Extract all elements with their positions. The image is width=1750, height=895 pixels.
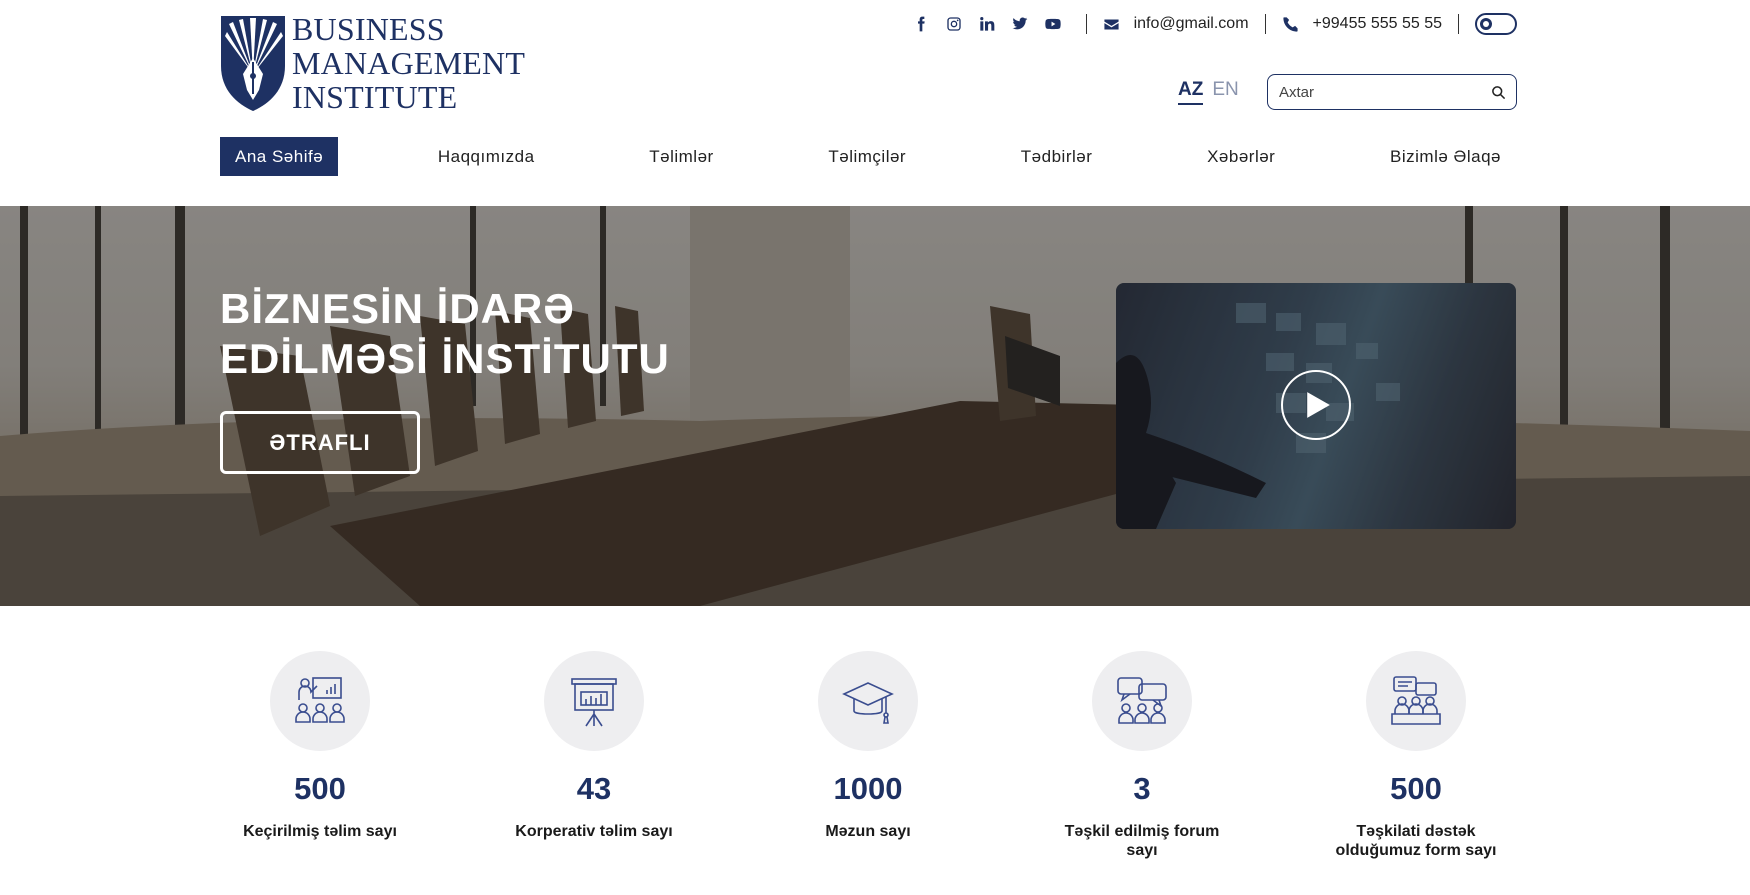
main-nav: Ana Səhifə Haqqımızda Təlimlər Təlimçilə…	[220, 137, 1516, 176]
stat-card: 500 Keçirilmiş təlim sayı	[210, 651, 430, 841]
social-links	[912, 15, 1062, 33]
nav-trainers[interactable]: Təlimçilər	[813, 137, 921, 176]
nav-trainings[interactable]: Təlimlər	[634, 137, 728, 176]
top-bar: info@gmail.com +99455 555 55 55	[912, 11, 1517, 37]
stat-card: 43 Korperativ təlim sayı	[484, 651, 704, 841]
stat-icon-circle	[1366, 651, 1466, 751]
stat-value: 500	[1390, 771, 1442, 806]
stat-label: Məzun sayı	[825, 823, 911, 840]
brand-logo[interactable]: BUSINESS MANAGEMENT INSTITUTE	[219, 12, 525, 114]
stat-value: 1000	[833, 771, 903, 806]
theme-toggle[interactable]	[1475, 13, 1517, 35]
hero-title-line-1: BİZNESİN İDARƏ	[220, 285, 575, 332]
nav-events[interactable]: Tədbirlər	[1006, 137, 1108, 176]
stats-section: 500 Keçirilmiş təlim sayı 43 Korperativ …	[0, 606, 1750, 895]
site-header: BUSINESS MANAGEMENT INSTITUTE info@gmail…	[0, 0, 1750, 206]
stat-icon-circle	[544, 651, 644, 751]
nav-about[interactable]: Haqqımızda	[423, 137, 550, 176]
phone-icon	[1282, 16, 1298, 32]
brand-line-3: INSTITUTE	[292, 79, 458, 115]
stat-card: 3 Təşkil edilmiş forum sayı	[1032, 651, 1252, 860]
play-button[interactable]	[1281, 370, 1351, 440]
stat-label: Təşkilati dəstək olduğumuz form sayı	[1335, 823, 1497, 859]
stat-label: Təşkil edilmiş forum sayı	[1064, 823, 1220, 859]
shield-pen-icon	[221, 16, 285, 111]
lang-az[interactable]: AZ	[1178, 79, 1204, 105]
divider	[1264, 14, 1266, 34]
facebook-icon[interactable]	[912, 15, 930, 33]
search-icon[interactable]	[1491, 85, 1506, 100]
language-switcher: AZ EN	[1178, 79, 1239, 105]
brand-line-2: MANAGEMENT	[292, 45, 526, 81]
divider	[1085, 14, 1087, 34]
email-text: info@gmail.com	[1133, 15, 1249, 32]
stat-icon-circle	[270, 651, 370, 751]
search-box	[1267, 74, 1517, 110]
search-input[interactable]	[1279, 83, 1491, 101]
stat-card: 500 Təşkilati dəstək olduğumuz form sayı	[1306, 651, 1526, 860]
hero-title-line-2: EDİLMƏSİ İNSTİTUTU	[220, 335, 670, 382]
more-button[interactable]: ƏTRAFLI	[220, 411, 420, 474]
support-meeting-icon	[1391, 676, 1441, 725]
nav-news[interactable]: Xəbərlər	[1192, 137, 1290, 176]
brand-line-1: BUSINESS	[292, 11, 445, 47]
youtube-icon[interactable]	[1044, 15, 1062, 33]
stat-card: 1000 Məzun sayı	[758, 651, 978, 841]
stat-label: Keçirilmiş təlim sayı	[243, 823, 397, 840]
graduation-cap-icon	[842, 682, 894, 724]
hero-banner: BİZNESİN İDARƏ EDİLMƏSİ İNSTİTUTU ƏTRAFL…	[0, 206, 1750, 606]
divider	[1458, 14, 1459, 34]
stat-label: Korperativ təlim sayı	[515, 823, 673, 840]
email-link[interactable]: info@gmail.com	[1103, 15, 1249, 33]
stat-value: 500	[294, 771, 346, 806]
stat-value: 3	[1133, 771, 1151, 806]
nav-contact[interactable]: Bizimlə Əlaqə	[1375, 137, 1516, 176]
lang-en[interactable]: EN	[1212, 79, 1238, 105]
chart-board-icon	[571, 678, 617, 727]
phone-text: +99455 555 55 55	[1312, 15, 1442, 32]
presentation-audience-icon	[295, 677, 345, 723]
play-icon	[1307, 392, 1330, 418]
phone-link[interactable]: +99455 555 55 55	[1282, 15, 1442, 33]
stat-icon-circle	[818, 651, 918, 751]
linkedin-icon[interactable]	[978, 15, 996, 33]
twitter-icon[interactable]	[1011, 15, 1029, 33]
video-player[interactable]	[1116, 283, 1516, 529]
stat-icon-circle	[1092, 651, 1192, 751]
forum-chat-icon	[1117, 677, 1167, 724]
nav-home[interactable]: Ana Səhifə	[220, 137, 339, 176]
instagram-icon[interactable]	[945, 15, 963, 33]
brand-name: BUSINESS MANAGEMENT INSTITUTE	[292, 12, 525, 114]
envelope-icon	[1103, 19, 1119, 29]
hero-title: BİZNESİN İDARƏ EDİLMƏSİ İNSTİTUTU	[220, 284, 670, 384]
toggle-knob	[1480, 18, 1492, 30]
stat-value: 43	[576, 771, 612, 806]
